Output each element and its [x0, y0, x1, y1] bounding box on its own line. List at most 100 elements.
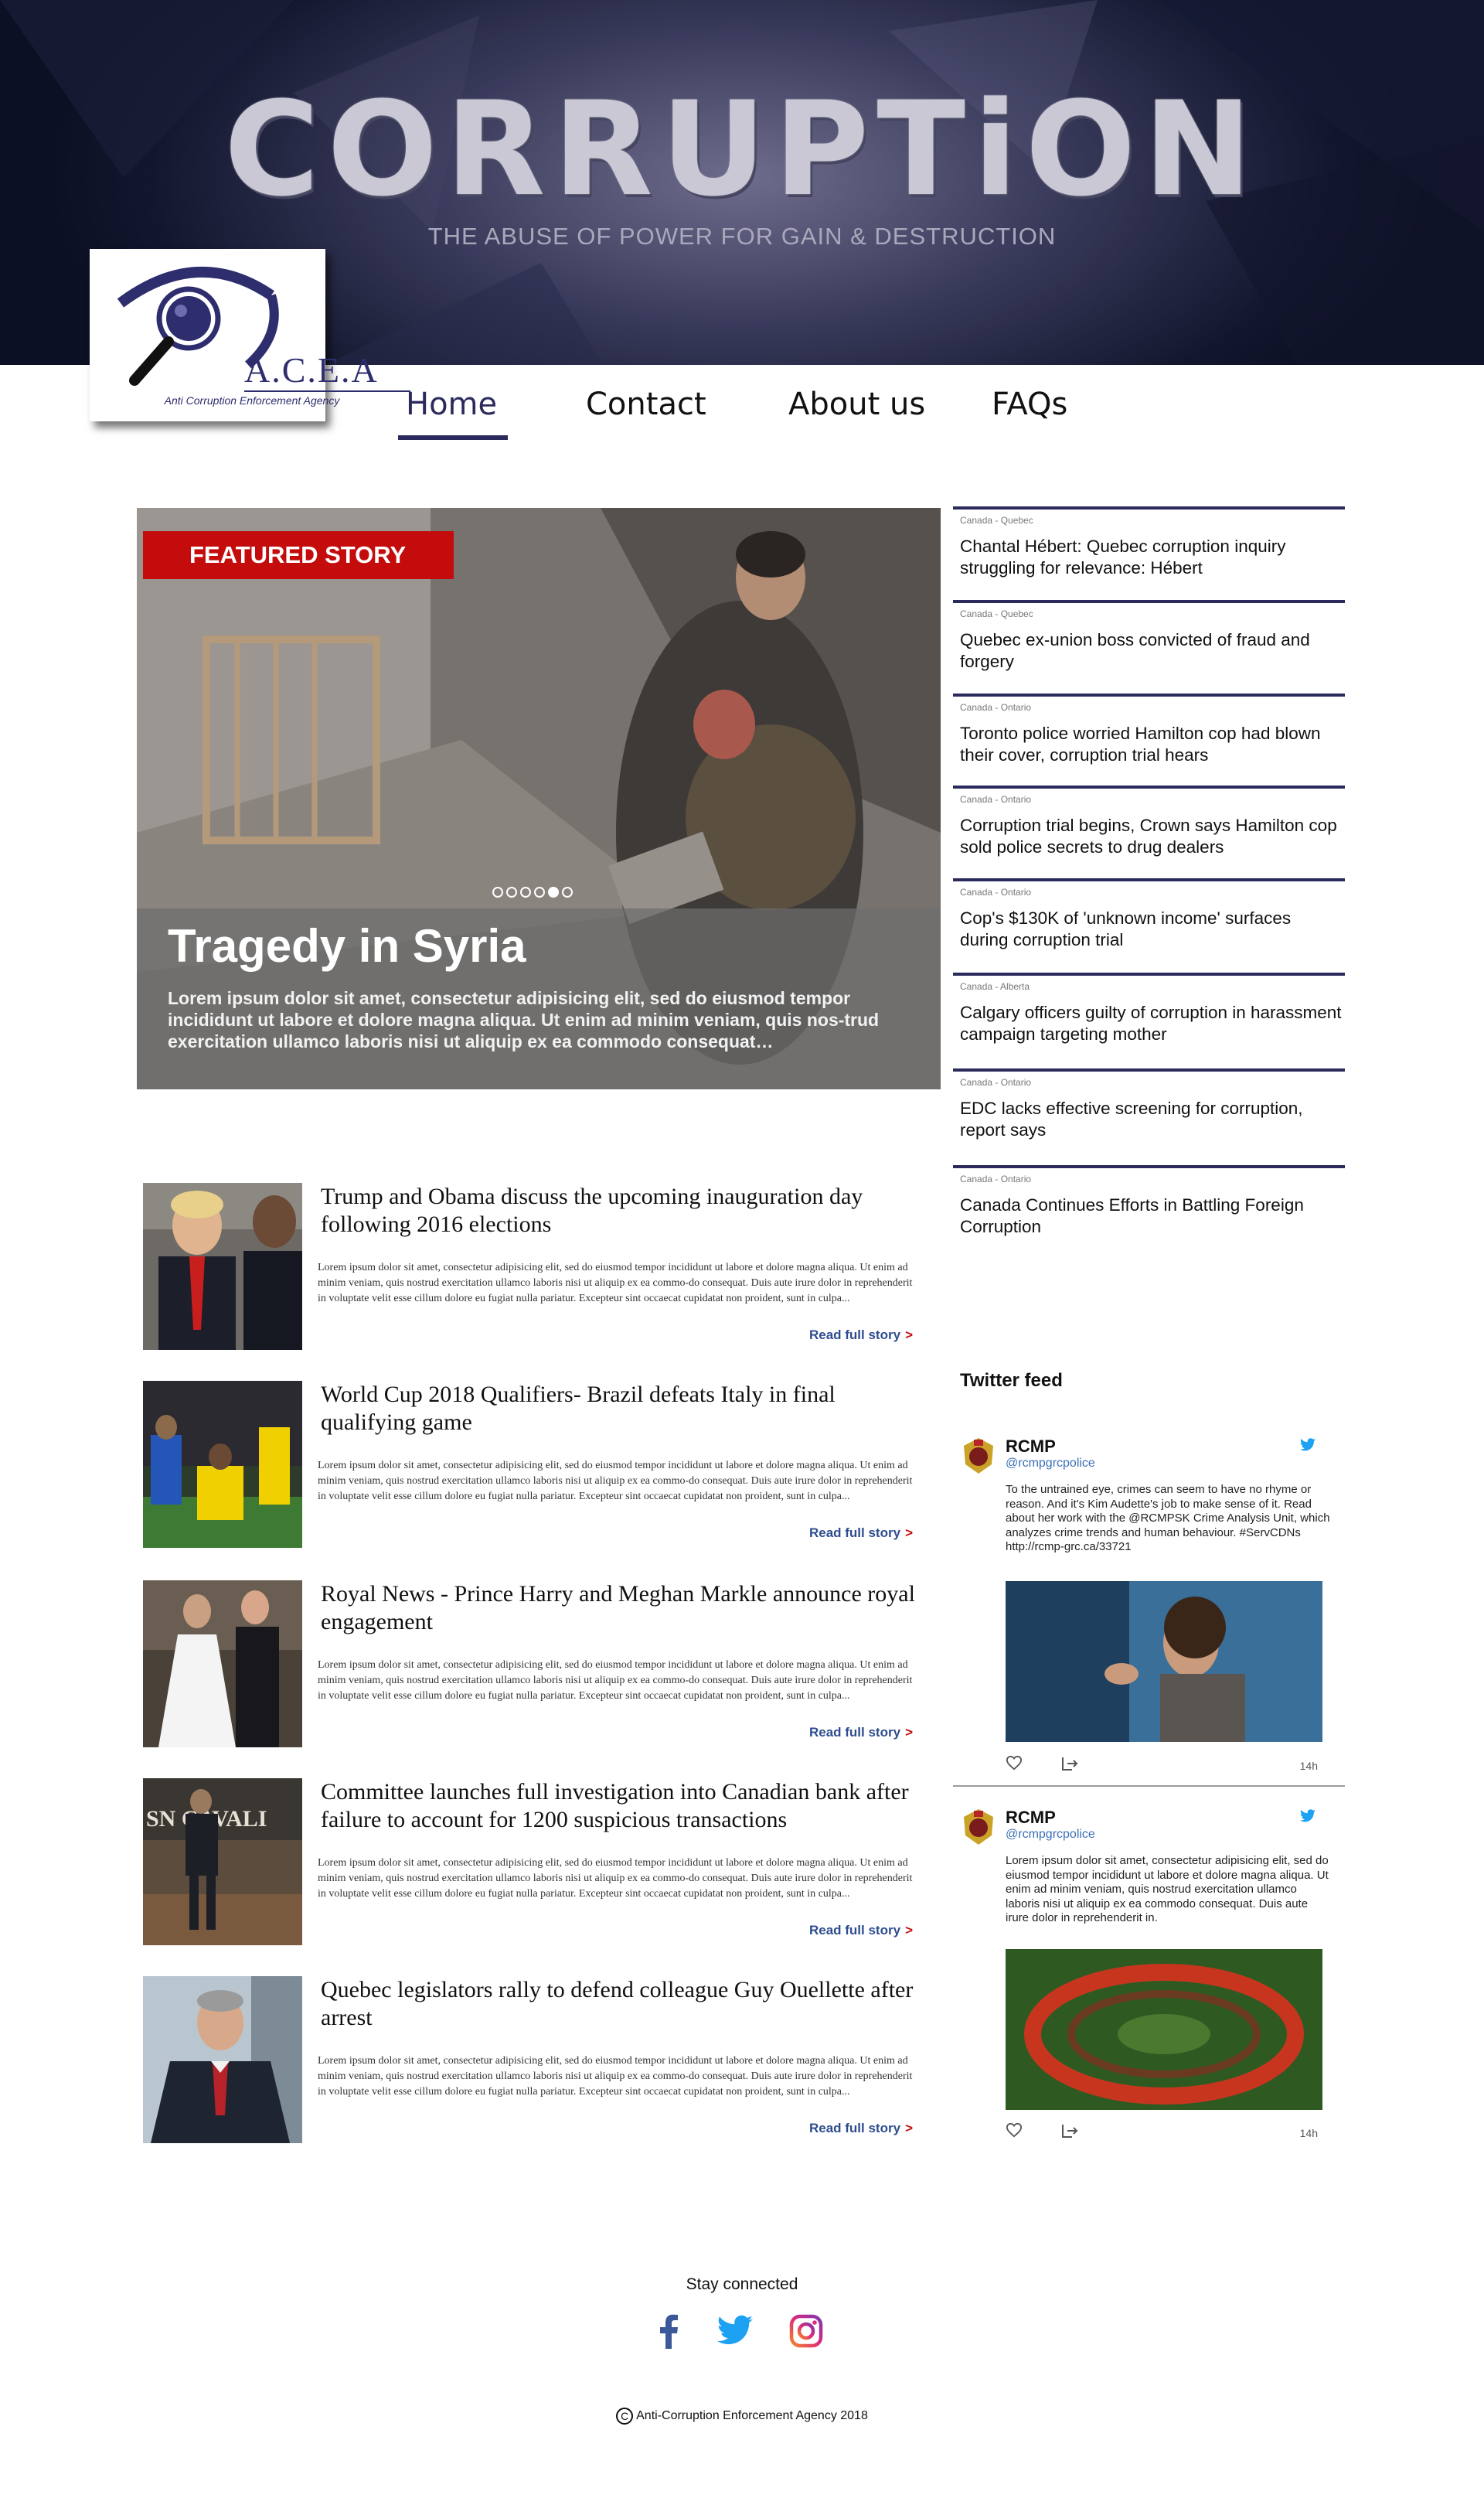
- article-summary: Lorem ipsum dolor sit amet, consectetur …: [318, 1659, 913, 1702]
- headline-title[interactable]: Cop's $130K of 'unknown income' surfaces…: [960, 908, 1343, 951]
- nav-about-us[interactable]: About us: [788, 387, 925, 422]
- article-title[interactable]: Royal News - Prince Harry and Meghan Mar…: [321, 1580, 916, 1636]
- headline-region: Canada - Ontario: [960, 702, 1032, 713]
- nav-faqs[interactable]: FAQs: [992, 387, 1067, 422]
- heart-icon[interactable]: [1006, 2122, 1023, 2138]
- headline-item[interactable]: Canada - Quebec Quebec ex-union boss con…: [953, 600, 1345, 671]
- headline-region: Canada - Ontario: [960, 1174, 1032, 1184]
- facebook-icon[interactable]: [650, 2312, 689, 2350]
- rcmp-crest-icon[interactable]: [961, 1808, 996, 1846]
- copyright-text: Anti-Corruption Enforcement Agency 2018: [636, 2409, 868, 2423]
- tweet-image[interactable]: [1006, 1581, 1322, 1742]
- article-thumbnail[interactable]: [143, 1976, 302, 2143]
- read-full-story-link[interactable]: Read full story >: [809, 1923, 913, 1938]
- tweet-timestamp[interactable]: 14h: [1300, 2127, 1318, 2139]
- featured-badge: FEATURED STORY: [143, 531, 454, 579]
- tweet-actions: 14h: [1006, 1755, 1322, 1778]
- chevron-right-icon: >: [905, 1327, 913, 1342]
- headline-title[interactable]: Calgary officers guilty of corruption in…: [960, 1002, 1343, 1045]
- headline-title[interactable]: Quebec ex-union boss convicted of fraud …: [960, 629, 1343, 673]
- article-title[interactable]: Quebec legislators rally to defend colle…: [321, 1976, 916, 2032]
- article-thumbnail[interactable]: [143, 1183, 302, 1350]
- read-full-story-link[interactable]: Read full story >: [809, 2121, 913, 2136]
- tweet-author-handle[interactable]: @rcmpgrcpolice: [1006, 1457, 1095, 1471]
- article-title[interactable]: Trump and Obama discuss the upcoming ina…: [321, 1183, 916, 1239]
- chevron-right-icon: >: [905, 1525, 913, 1540]
- twitter-icon[interactable]: [716, 2312, 754, 2350]
- twitter-bird-icon[interactable]: [1299, 1438, 1316, 1452]
- headline-item[interactable]: Canada - Quebec Chantal Hébert: Quebec c…: [953, 506, 1345, 578]
- carousel-dot[interactable]: [520, 887, 531, 898]
- article-summary: Lorem ipsum dolor sit amet, consectetur …: [318, 2055, 913, 2098]
- headline-item[interactable]: Canada - Ontario Canada Continues Effort…: [953, 1165, 1345, 1236]
- copyright: C Anti-Corruption Enforcement Agency 2018: [0, 2408, 1484, 2425]
- carousel-dot[interactable]: [506, 887, 517, 898]
- article-title[interactable]: Committee launches full investigation in…: [321, 1778, 916, 1834]
- article-title[interactable]: World Cup 2018 Qualifiers- Brazil defeat…: [321, 1381, 916, 1437]
- stay-connected-label: Stay connected: [686, 2275, 798, 2293]
- read-full-story-link[interactable]: Read full story >: [809, 1725, 913, 1740]
- tweet-timestamp[interactable]: 14h: [1300, 1760, 1318, 1772]
- article-item: World Cup 2018 Qualifiers- Brazil defeat…: [143, 1381, 916, 1551]
- article-item: SN CAVALI Committee launches full invest…: [143, 1778, 916, 1948]
- featured-story[interactable]: FEATURED STORY Tragedy in Syria Lorem ip…: [137, 508, 941, 1089]
- headline-region: Canada - Alberta: [960, 981, 1030, 992]
- copyright-icon: C: [616, 2408, 634, 2425]
- logo[interactable]: A.C.E.A Anti Corruption Enforcement Agen…: [90, 249, 410, 421]
- tweet-text: Lorem ipsum dolor sit amet, consectetur …: [1006, 1854, 1329, 1924]
- logo-subtitle: Anti Corruption Enforcement Agency: [164, 394, 340, 407]
- headline-title[interactable]: Chantal Hébert: Quebec corruption inquir…: [960, 536, 1343, 579]
- featured-summary: Lorem ipsum dolor sit amet, consectetur …: [168, 988, 880, 1051]
- heart-icon[interactable]: [1006, 1755, 1023, 1771]
- carousel-dot[interactable]: [534, 887, 545, 898]
- chevron-right-icon: >: [905, 1923, 913, 1938]
- article-thumbnail[interactable]: [143, 1580, 302, 1747]
- carousel-dot[interactable]: [492, 887, 503, 898]
- article-summary: Lorem ipsum dolor sit amet, consectetur …: [318, 1857, 913, 1900]
- tweet: RCMP @rcmpgrcpolice Lorem ipsum dolor si…: [953, 1801, 1345, 2149]
- headline-title[interactable]: Corruption trial begins, Crown says Hami…: [960, 815, 1343, 858]
- headline-title[interactable]: Canada Continues Efforts in Battling For…: [960, 1195, 1343, 1238]
- tweet-author-handle[interactable]: @rcmpgrcpolice: [1006, 1828, 1095, 1842]
- article-item: Royal News - Prince Harry and Meghan Mar…: [143, 1580, 916, 1750]
- headline-title[interactable]: EDC lacks effective screening for corrup…: [960, 1098, 1343, 1141]
- headline-region: Canada - Quebec: [960, 515, 1033, 526]
- share-icon[interactable]: [1060, 2122, 1078, 2139]
- site-tagline: THE ABUSE OF POWER FOR GAIN & DESTRUCTIO…: [427, 223, 1057, 250]
- featured-title[interactable]: Tragedy in Syria: [168, 919, 526, 973]
- tweet-author-name[interactable]: RCMP: [1006, 1437, 1056, 1457]
- headline-item[interactable]: Canada - Ontario Cop's $130K of 'unknown…: [953, 878, 1345, 949]
- article-thumbnail[interactable]: [143, 1381, 302, 1548]
- headline-item[interactable]: Canada - Alberta Calgary officers guilty…: [953, 973, 1345, 1044]
- share-icon[interactable]: [1060, 1755, 1078, 1772]
- headline-region: Canada - Ontario: [960, 1077, 1032, 1088]
- article-summary: Lorem ipsum dolor sit amet, consectetur …: [318, 1460, 913, 1502]
- headline-title[interactable]: Toronto police worried Hamilton cop had …: [960, 723, 1343, 766]
- tweet-image[interactable]: [1006, 1949, 1322, 2110]
- carousel-dot[interactable]: [548, 887, 559, 898]
- nav-contact[interactable]: Contact: [586, 387, 706, 422]
- nav-active-indicator: [398, 435, 508, 440]
- carousel-dot[interactable]: [562, 887, 573, 898]
- chevron-right-icon: >: [905, 2121, 913, 2135]
- read-full-story-link[interactable]: Read full story >: [809, 1327, 913, 1343]
- rcmp-crest-icon[interactable]: [961, 1437, 996, 1475]
- chevron-right-icon: >: [905, 1725, 913, 1740]
- article-item: Quebec legislators rally to defend colle…: [143, 1976, 916, 2146]
- tweet-author-name[interactable]: RCMP: [1006, 1808, 1056, 1828]
- headline-item[interactable]: Canada - Ontario Toronto police worried …: [953, 694, 1345, 765]
- tweet-actions: 14h: [1006, 2122, 1322, 2145]
- nav-home[interactable]: Home: [406, 387, 497, 422]
- read-full-story-link[interactable]: Read full story >: [809, 1525, 913, 1541]
- instagram-icon[interactable]: [787, 2312, 825, 2350]
- logo-divider: [244, 390, 410, 392]
- headline-region: Canada - Ontario: [960, 887, 1032, 898]
- article-thumbnail[interactable]: SN CAVALI: [143, 1778, 302, 1945]
- headline-region: Canada - Quebec: [960, 608, 1033, 619]
- headline-item[interactable]: Canada - Ontario EDC lacks effective scr…: [953, 1068, 1345, 1140]
- headline-item[interactable]: Canada - Ontario Corruption trial begins…: [953, 786, 1345, 857]
- tweet: RCMP @rcmpgrcpolice To the untrained eye…: [953, 1430, 1345, 1786]
- twitter-bird-icon[interactable]: [1299, 1809, 1316, 1823]
- twitter-feed-label: Twitter feed: [960, 1370, 1063, 1391]
- tweet-divider: [953, 1785, 1345, 1787]
